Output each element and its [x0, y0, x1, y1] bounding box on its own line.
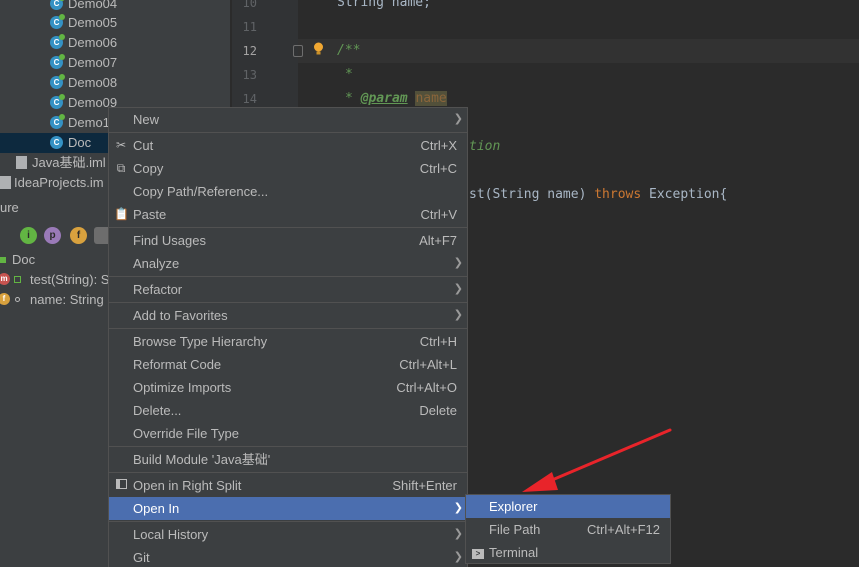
menu-item-delete[interactable]: Delete... Delete [109, 399, 467, 422]
class-icon: C [50, 34, 65, 49]
method-icon: m [0, 273, 10, 285]
menu-item-analyze[interactable]: Analyze ❯ [109, 252, 467, 275]
chevron-right-icon: ❯ [453, 551, 463, 563]
code-fragment-method: st(String name) throws Exception{ [469, 187, 728, 202]
scissors-icon: ✂ [115, 138, 127, 152]
fold-icon[interactable] [293, 45, 303, 57]
menu-item-override-file-type[interactable]: Override File Type [109, 422, 467, 445]
chevron-right-icon: ❯ [453, 113, 463, 125]
submenu-item-terminal[interactable]: > Terminal [466, 541, 670, 564]
lightbulb-icon[interactable] [313, 42, 324, 55]
open-in-submenu: Explorer File Path Ctrl+Alt+F12 > Termina… [465, 494, 671, 564]
context-menu: New ❯ ✂ Cut Ctrl+X ⧉ Copy Ctrl+C Copy Path/… [108, 107, 468, 567]
chevron-right-icon: ❯ [453, 502, 463, 514]
structure-member-test[interactable]: m test(String): S [0, 270, 120, 290]
class-icon: C [50, 94, 65, 109]
menu-item-new[interactable]: New ❯ [109, 108, 467, 131]
module-file-icon [16, 156, 27, 169]
menu-item-find-usages[interactable]: Find Usages Alt+F7 [109, 229, 467, 252]
class-icon: C [50, 74, 65, 89]
menu-item-git[interactable]: Git ❯ [109, 546, 467, 567]
structure-member-name[interactable]: f name: String [0, 290, 120, 310]
show-inherited-icon[interactable]: i [20, 227, 37, 244]
menu-item-copy[interactable]: ⧉ Copy Ctrl+C [109, 157, 467, 180]
menu-item-open-in[interactable]: Open In ❯ [109, 497, 467, 520]
class-icon: C [50, 136, 63, 149]
class-icon: C [50, 14, 65, 29]
code-line-13: * [345, 67, 353, 82]
menu-item-refactor[interactable]: Refactor ❯ [109, 278, 467, 301]
menu-item-optimize-imports[interactable]: Optimize Imports Ctrl+Alt+O [109, 376, 467, 399]
chevron-right-icon: ❯ [453, 283, 463, 295]
paste-icon: 📋 [114, 207, 129, 221]
menu-item-browse-type-hierarchy[interactable]: Browse Type Hierarchy Ctrl+H [109, 330, 467, 353]
menu-item-local-history[interactable]: Local History ❯ [109, 523, 467, 546]
field-icon: f [0, 293, 10, 305]
menu-item-copy-path[interactable]: Copy Path/Reference... [109, 180, 467, 203]
class-marker-icon [0, 257, 6, 263]
copy-icon: ⧉ [116, 161, 126, 175]
submenu-item-file-path[interactable]: File Path Ctrl+Alt+F12 [466, 518, 670, 541]
menu-item-open-in-right-split[interactable]: Open in Right Split Shift+Enter [109, 474, 467, 497]
terminal-icon: > [471, 546, 485, 559]
class-icon: C [50, 114, 65, 129]
line-number: 13 [242, 68, 257, 82]
code-line-12: /** [337, 43, 361, 58]
split-icon [114, 479, 128, 492]
menu-item-reformat-code[interactable]: Reformat Code Ctrl+Alt+L [109, 353, 467, 376]
submenu-item-explorer[interactable]: Explorer [466, 495, 670, 518]
current-line-highlight [298, 39, 859, 63]
chevron-right-icon: ❯ [453, 528, 463, 540]
package-private-icon [15, 297, 20, 302]
class-icon: C [50, 54, 65, 69]
menu-item-cut[interactable]: ✂ Cut Ctrl+X [109, 134, 467, 157]
line-number: 10 [242, 0, 257, 10]
line-number: 11 [242, 20, 257, 34]
show-properties-icon[interactable]: p [44, 227, 61, 244]
chevron-right-icon: ❯ [453, 257, 463, 269]
module-file-icon [0, 176, 11, 189]
line-number: 12 [242, 44, 257, 58]
chevron-right-icon: ❯ [453, 309, 463, 321]
code-line-10: String name; [337, 0, 431, 10]
menu-item-build-module[interactable]: Build Module 'Java基础' [109, 448, 467, 471]
show-fields-icon[interactable]: f [70, 227, 87, 244]
menu-item-add-to-favorites[interactable]: Add to Favorites ❯ [109, 304, 467, 327]
menu-item-paste[interactable]: 📋 Paste Ctrl+V [109, 203, 467, 226]
public-lock-icon [14, 276, 21, 283]
code-fragment-exception: tion [469, 139, 501, 154]
